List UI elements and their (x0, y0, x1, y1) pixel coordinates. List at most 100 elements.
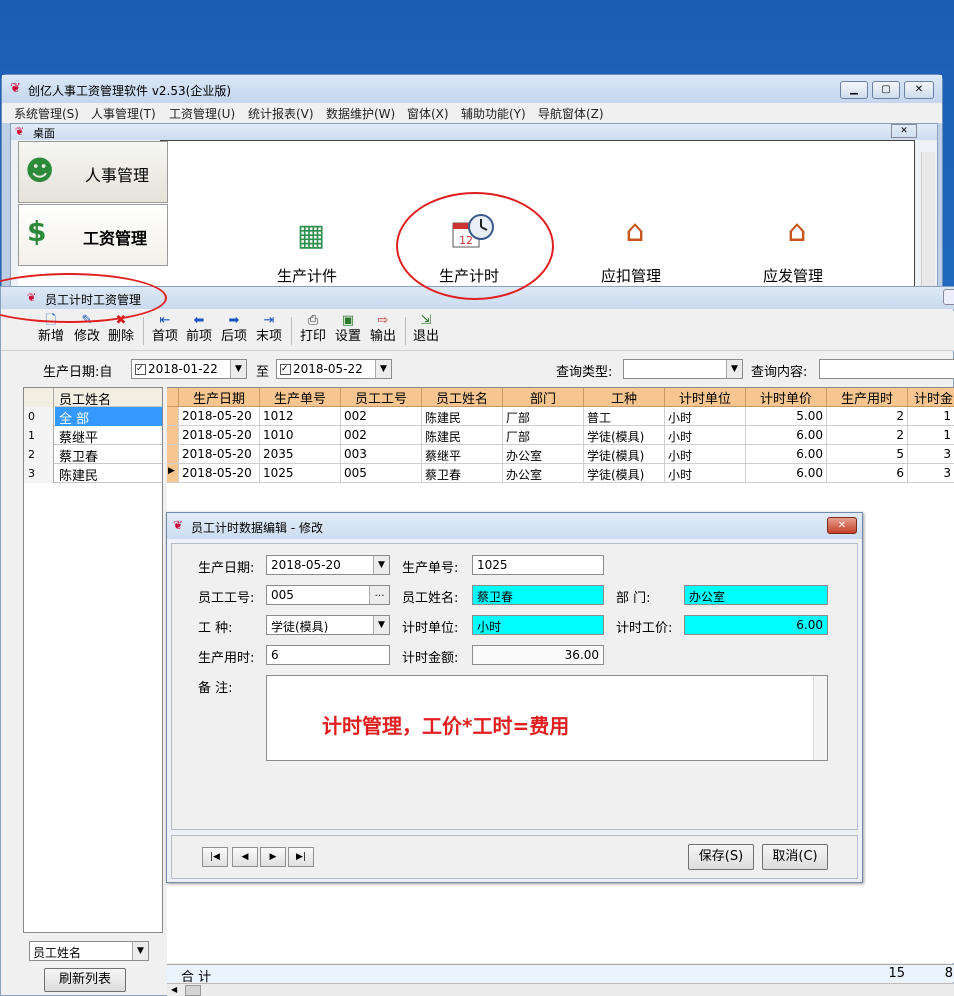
print-button[interactable]: ⎙ 打印 (297, 313, 329, 351)
minimize-button[interactable]: ▁ (840, 81, 868, 99)
chevron-down-icon[interactable]: ▼ (373, 616, 389, 634)
grid-cell[interactable]: 002 (341, 426, 422, 445)
module-payable[interactable]: 应发管理 (763, 265, 823, 286)
desktop-close-button[interactable]: ✕ (891, 124, 917, 138)
scroll-thumb[interactable] (185, 985, 201, 996)
chevron-down-icon[interactable]: ▼ (375, 360, 391, 378)
grid-cell[interactable]: 1010 (260, 426, 341, 445)
cancel-button[interactable]: 取消(C) (762, 844, 828, 870)
grid-cell[interactable]: 2018-05-20 (179, 464, 260, 483)
menu-nav[interactable]: 导航窗体(Z) (538, 105, 604, 122)
job-select[interactable]: 学徒(模具) ▼ (266, 615, 390, 635)
piecework-icon[interactable]: ▦ (289, 219, 333, 253)
menu-data[interactable]: 数据维护(W) (326, 105, 395, 122)
module-deduction[interactable]: 应扣管理 (601, 265, 661, 286)
next-record-button[interactable]: ▶ (260, 847, 286, 867)
grid-cell[interactable]: 小时 (665, 426, 746, 445)
menu-system[interactable]: 系统管理(S) (14, 105, 79, 122)
chevron-down-icon[interactable]: ▼ (726, 360, 742, 378)
query-type-select[interactable]: ▼ (623, 359, 743, 379)
grid-cell[interactable]: 6.00 (746, 464, 827, 483)
grid-cell[interactable]: 6.00 (746, 445, 827, 464)
chevron-down-icon[interactable]: ▼ (230, 360, 246, 378)
export-button[interactable]: ⇨ 输出 (367, 313, 399, 351)
date-from-checkbox[interactable]: ✓ (135, 364, 146, 375)
grid-cell[interactable]: 学徒(模具) (584, 464, 665, 483)
grid-cell[interactable]: 2 (827, 407, 908, 426)
hours-field[interactable]: 6 (266, 645, 390, 665)
child-minimize-button[interactable] (943, 289, 954, 305)
grid-cell[interactable]: 小时 (665, 464, 746, 483)
query-content-input[interactable] (819, 359, 954, 379)
chevron-down-icon[interactable]: ▼ (373, 556, 389, 574)
grid-cell[interactable]: 1 (908, 407, 954, 426)
grid-cell[interactable]: 厂部 (503, 426, 584, 445)
save-button[interactable]: 保存(S) (688, 844, 754, 870)
col-header-job[interactable]: 工种 (584, 388, 665, 407)
menu-window[interactable]: 窗体(X) (407, 105, 449, 122)
sort-field-select[interactable]: 员工姓名 ▼ (29, 941, 149, 961)
row-indicator[interactable] (167, 445, 179, 464)
grid-cell[interactable]: 办公室 (503, 464, 584, 483)
date-field[interactable]: 2018-05-20 ▼ (266, 555, 390, 575)
grid-cell[interactable]: 厂部 (503, 407, 584, 426)
employee-row[interactable]: 3 陈建民 (24, 464, 162, 484)
payable-house-icon[interactable]: ⌂ (775, 215, 819, 249)
prev-record-button[interactable]: ◀ (232, 847, 258, 867)
date-from-picker[interactable]: ✓ 2018-01-22 ▼ (131, 359, 247, 379)
last-button[interactable]: ⇥ 末项 (253, 313, 285, 351)
order-field[interactable]: 1025 (472, 555, 604, 575)
grid-cell[interactable]: 002 (341, 407, 422, 426)
grid-cell[interactable]: 办公室 (503, 445, 584, 464)
grid-cell[interactable]: 3 (908, 445, 954, 464)
grid-cell[interactable]: 学徒(模具) (584, 445, 665, 464)
row-indicator[interactable]: ▶ (167, 464, 179, 483)
grid-cell[interactable]: 1025 (260, 464, 341, 483)
grid-cell[interactable]: 6 (827, 464, 908, 483)
menu-personnel[interactable]: 人事管理(T) (91, 105, 156, 122)
exit-button[interactable]: ⇲ 退出 (410, 313, 442, 351)
grid-cell[interactable]: 003 (341, 445, 422, 464)
grid-cell[interactable]: 小时 (665, 407, 746, 426)
grid-cell[interactable]: 普工 (584, 407, 665, 426)
menu-salary[interactable]: 工资管理(U) (169, 105, 235, 122)
refresh-list-button[interactable]: 刷新列表 (44, 968, 126, 992)
scroll-left-icon[interactable]: ◀ (171, 985, 177, 994)
row-indicator[interactable] (167, 426, 179, 445)
grid-cell[interactable]: 2035 (260, 445, 341, 464)
settings-button[interactable]: ▣ 设置 (332, 313, 364, 351)
col-header-price[interactable]: 计时单价 (746, 388, 827, 407)
col-header-date[interactable]: 生产日期 (179, 388, 260, 407)
employee-row[interactable]: 2 蔡卫春 (24, 445, 162, 465)
grid-cell[interactable]: 6.00 (746, 426, 827, 445)
row-indicator[interactable] (167, 407, 179, 426)
col-header-unit[interactable]: 计时单位 (665, 388, 746, 407)
ellipsis-icon[interactable]: … (369, 586, 389, 604)
col-header-name[interactable]: 员工姓名 (422, 388, 503, 407)
nav-personnel[interactable]: ☻ 人事管理 (18, 141, 168, 203)
grid-cell[interactable]: 蔡继平 (422, 445, 503, 464)
maximize-button[interactable]: ▢ (872, 81, 900, 99)
grid-cell[interactable]: 陈建民 (422, 407, 503, 426)
grid-cell[interactable]: 2018-05-20 (179, 445, 260, 464)
grid-cell[interactable]: 陈建民 (422, 426, 503, 445)
grid-cell[interactable]: 2 (827, 426, 908, 445)
grid-horizontal-scrollbar[interactable]: ◀ (167, 983, 954, 996)
grid-cell[interactable]: 1012 (260, 407, 341, 426)
date-to-picker[interactable]: ✓ 2018-05-22 ▼ (276, 359, 392, 379)
grid-cell[interactable]: 3 (908, 464, 954, 483)
menu-aux[interactable]: 辅助功能(Y) (461, 105, 526, 122)
next-button[interactable]: ➡ 后项 (218, 313, 250, 351)
col-header-hours[interactable]: 生产用时 (827, 388, 908, 407)
grid-cell[interactable]: 2018-05-20 (179, 407, 260, 426)
deduction-house-icon[interactable]: ⌂ (613, 215, 657, 249)
first-button[interactable]: ⇤ 首项 (149, 313, 181, 351)
col-header-empid[interactable]: 员工工号 (341, 388, 422, 407)
date-to-checkbox[interactable]: ✓ (280, 364, 291, 375)
menu-reports[interactable]: 统计报表(V) (248, 105, 314, 122)
grid-cell[interactable]: 小时 (665, 445, 746, 464)
nav-salary[interactable]: $ 工资管理 (18, 204, 168, 266)
grid-cell[interactable]: 2018-05-20 (179, 426, 260, 445)
col-header-amount[interactable]: 计时金 (908, 388, 954, 407)
module-piecework[interactable]: 生产计件 (277, 265, 337, 286)
